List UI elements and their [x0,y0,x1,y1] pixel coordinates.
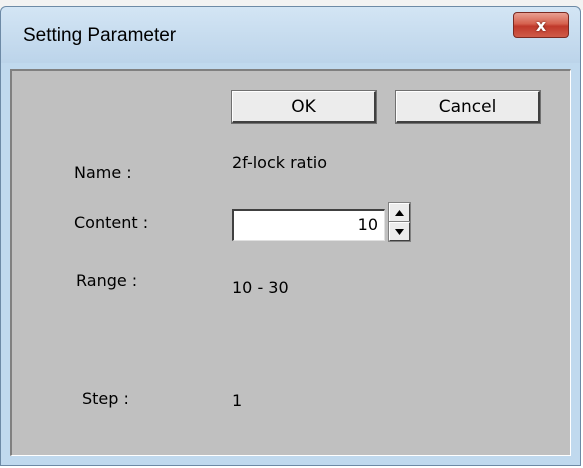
ok-button[interactable]: OK [231,90,377,124]
arrow-up-icon [395,209,404,216]
content-spinner [388,202,411,242]
close-icon: x [535,15,547,35]
name-label: Name : [74,163,132,182]
spin-up-button[interactable] [388,202,411,223]
arrow-down-icon [395,228,404,235]
title-bar[interactable]: Setting Parameter x [1,7,580,63]
setting-parameter-dialog: Setting Parameter x OK Cancel Name : 2f-… [0,6,581,466]
range-label: Range : [76,271,138,290]
step-value: 1 [232,391,243,410]
range-value: 10 - 30 [232,278,289,297]
close-button[interactable]: x [513,12,569,38]
spin-down-button[interactable] [388,221,411,242]
content-label: Content : [74,213,149,232]
step-label: Step : [82,389,129,408]
cancel-button[interactable]: Cancel [395,90,541,124]
dialog-title: Setting Parameter [23,25,177,46]
name-value: 2f-lock ratio [232,153,327,172]
content-input[interactable]: 10 [232,209,385,241]
dialog-client-area: OK Cancel Name : 2f-lock ratio Content :… [10,69,571,456]
